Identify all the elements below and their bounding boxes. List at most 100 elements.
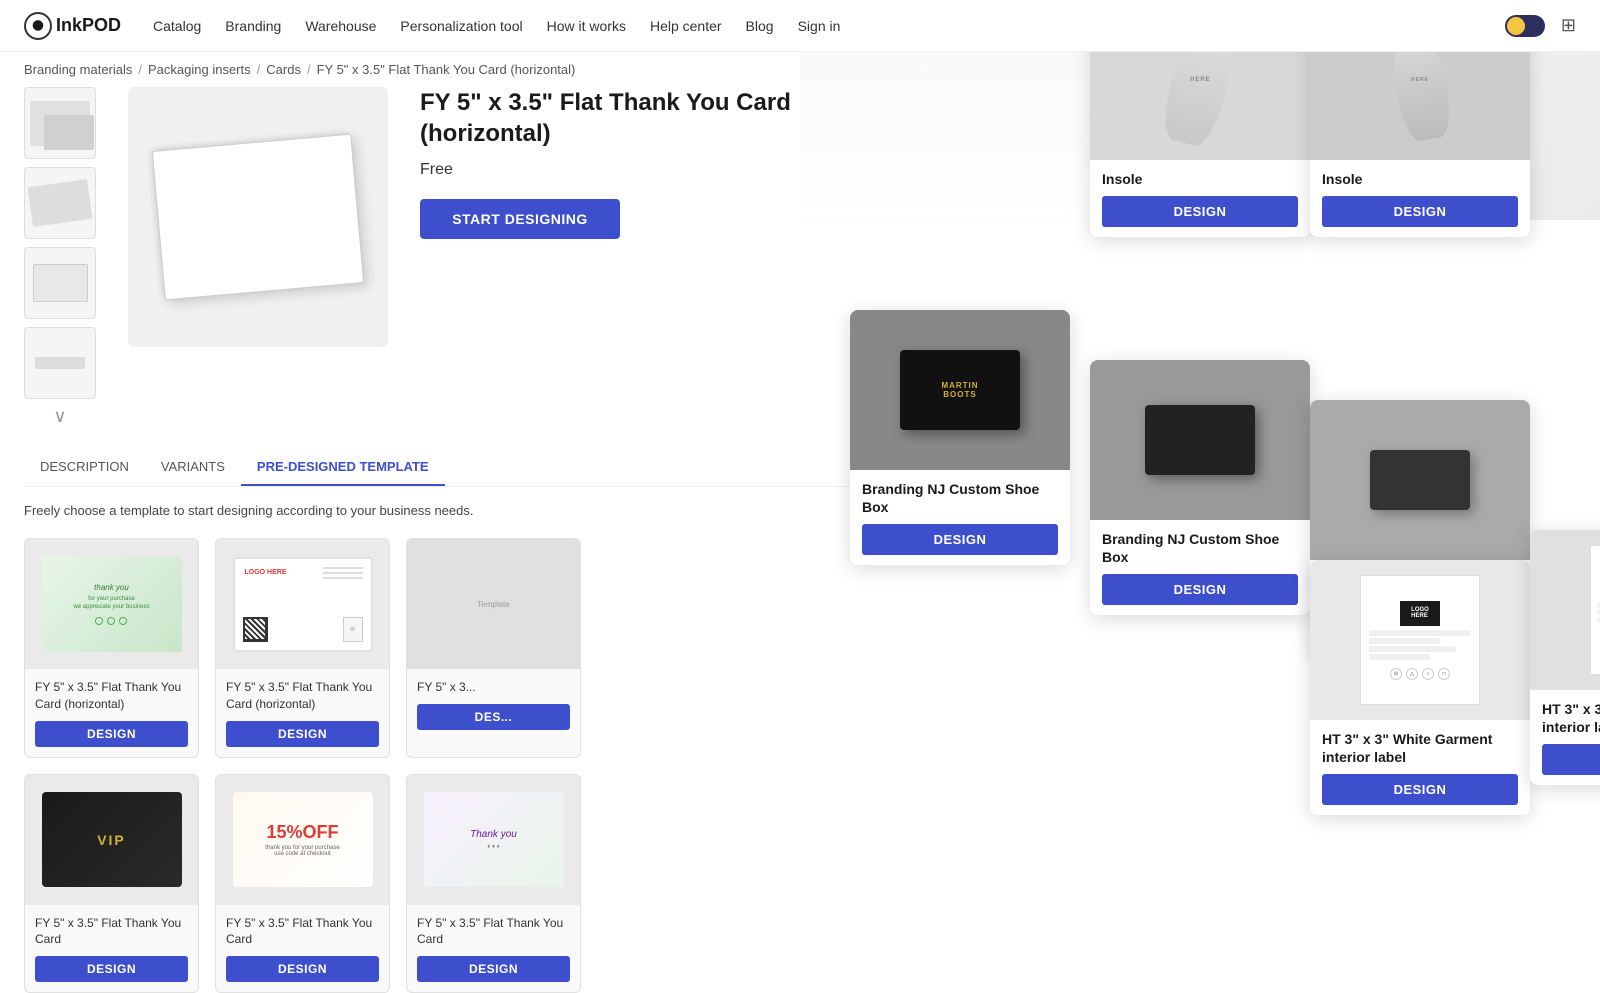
design-button-6[interactable]: DESIGN (417, 956, 570, 982)
nav-help-center[interactable]: Help center (650, 18, 722, 34)
shoebox-design-btn-2[interactable]: DESIGN (1102, 574, 1298, 605)
shoebox-title-2: Branding NJ Custom Shoe Box (1102, 530, 1298, 566)
design-button-5[interactable]: DESIGN (226, 956, 379, 982)
insole-title-2: Insole (1322, 170, 1518, 188)
tab-variants[interactable]: VARIANTS (145, 449, 241, 486)
breadcrumb-current: FY 5" x 3.5" Flat Thank You Card (horizo… (317, 62, 576, 77)
insole-body-2: Insole DESIGN (1310, 160, 1530, 237)
template-card-title-1: FY 5" x 3.5" Flat Thank You Card (horizo… (35, 679, 188, 713)
thumb-more-btn[interactable]: ∨ (24, 407, 96, 425)
nav-branding[interactable]: Branding (225, 18, 281, 34)
mini-card-sale: 15%OFF thank you for your purchaseuse co… (233, 792, 373, 887)
label-body-1: HT 3" x 3" White Garment interior label … (1310, 720, 1530, 815)
design-button-1[interactable]: DESIGN (35, 721, 188, 747)
thumb-img-3 (33, 264, 88, 302)
logo[interactable]: ⬤ InkPOD (24, 12, 121, 40)
overlay-shoebox-card-2: Branding NJ Custom Shoe Box DESIGN (1090, 360, 1310, 615)
thumb-4[interactable] (24, 327, 96, 399)
nav-catalog[interactable]: Catalog (153, 18, 201, 34)
overlay-label-card-2: LOGOHERE ✓ HT 3" x 3" White Garm (1530, 530, 1600, 785)
mini-card-postcard: LOGO HERE ✉ (233, 557, 373, 652)
template-card-title-2: FY 5" x 3.5" Flat Thank You Card (horizo… (226, 679, 379, 713)
label-title-1: HT 3" x 3" White Garment interior label (1322, 730, 1518, 766)
breadcrumb-cards[interactable]: Cards (266, 62, 301, 77)
label-design-btn-2[interactable]: DESIGN (1542, 744, 1600, 775)
template-card-img-3: Template (407, 539, 580, 669)
breadcrumb-packaging[interactable]: Packaging inserts (148, 62, 251, 77)
nav-personalization[interactable]: Personalization tool (400, 18, 522, 34)
template-card-title-6: FY 5" x 3.5" Flat Thank You Card (417, 915, 570, 949)
tab-description-text: Freely choose a template to start design… (0, 503, 900, 518)
label-title-2: HT 3" x 3" White Garment interior label (1542, 700, 1600, 736)
nav-blog[interactable]: Blog (746, 18, 774, 34)
design-button-4[interactable]: DESIGN (35, 956, 188, 982)
template-card-body-4: FY 5" x 3.5" Flat Thank You Card DESIGN (25, 905, 198, 993)
template-card-5: 15%OFF thank you for your purchaseuse co… (215, 774, 390, 993)
product-info: FY 5" x 3.5" Flat Thank You Card (horizo… (420, 87, 876, 425)
tab-predesigned[interactable]: PRE-DESIGNED TEMPLATE (241, 449, 445, 486)
label-design-btn-1[interactable]: DESIGN (1322, 774, 1518, 805)
label-img-1: LOGOHERE ⊙ △ ○ □ (1310, 560, 1530, 720)
product-section: ∨ FY 5" x 3.5" Flat Thank You Card (hori… (0, 87, 900, 449)
insole-design-btn-2[interactable]: DESIGN (1322, 196, 1518, 227)
logo-text: InkPOD (56, 15, 121, 36)
template-card-body-3: FY 5" x 3... DES... (407, 669, 580, 740)
shoebox-img-3 (1310, 400, 1530, 560)
toggle-knob (1507, 17, 1525, 35)
template-card-img-6: Thank you ♦ ♦ ♦ (407, 775, 580, 905)
thumb-img-2 (28, 179, 93, 227)
nav-how-it-works[interactable]: How it works (547, 18, 626, 34)
template-card-body-1: FY 5" x 3.5" Flat Thank You Card (horizo… (25, 669, 198, 757)
mini-card-green: thank you for your purchasewe appreciate… (42, 557, 182, 652)
template-card-body-6: FY 5" x 3.5" Flat Thank You Card DESIGN (407, 905, 580, 993)
template-card-body-5: FY 5" x 3.5" Flat Thank You Card DESIGN (216, 905, 389, 993)
label-visual-1: LOGOHERE ⊙ △ ○ □ (1360, 575, 1480, 705)
tab-description[interactable]: DESCRIPTION (24, 449, 145, 486)
template-card-title-4: FY 5" x 3.5" Flat Thank You Card (35, 915, 188, 949)
thumb-img-1 (30, 101, 90, 146)
thumb-2[interactable] (24, 167, 96, 239)
dark-mode-toggle[interactable] (1505, 15, 1545, 37)
shoebox-img-1: MARTINBOOTS (850, 310, 1070, 470)
language-icon[interactable]: ⊞ (1561, 15, 1576, 36)
product-price: Free (420, 161, 876, 179)
design-button-2[interactable]: DESIGN (226, 721, 379, 747)
template-card-3: Template FY 5" x 3... DES... (406, 538, 581, 758)
nav-actions: ⊞ (1505, 15, 1576, 37)
label-body-2: HT 3" x 3" White Garment interior label … (1530, 690, 1600, 785)
product-main-image (128, 87, 388, 425)
shoebox-body-2: Branding NJ Custom Shoe Box DESIGN (1090, 520, 1310, 615)
overlay-label-card-1: LOGOHERE ⊙ △ ○ □ HT 3" x 3" White Garmen… (1310, 560, 1530, 815)
template-card-4: VIP FY 5" x 3.5" Flat Thank You Card DES… (24, 774, 199, 993)
shoebox-img-2 (1090, 360, 1310, 520)
nav-signin[interactable]: Sign in (798, 18, 841, 34)
nav-warehouse[interactable]: Warehouse (305, 18, 376, 34)
mini-card-gold: VIP (42, 792, 182, 887)
thumb-1[interactable] (24, 87, 96, 159)
navbar: ⬤ InkPOD Catalog Branding Warehouse Pers… (0, 0, 1600, 52)
card-mockup (152, 134, 364, 301)
template-card-6: Thank you ♦ ♦ ♦ FY 5" x 3.5" Flat Thank … (406, 774, 581, 993)
template-card-img-1: thank you for your purchasewe appreciate… (25, 539, 198, 669)
nav-links: Catalog Branding Warehouse Personalizati… (153, 18, 1505, 34)
template-card-2: LOGO HERE ✉ FY 5" x 3.5" Flat Thank You … (215, 538, 390, 758)
template-card-title-5: FY 5" x 3.5" Flat Thank You Card (226, 915, 379, 949)
design-button-3[interactable]: DES... (417, 704, 570, 730)
breadcrumb-branding[interactable]: Branding materials (24, 62, 132, 77)
shoebox-design-btn-1[interactable]: DESIGN (862, 524, 1058, 555)
template-card-body-2: FY 5" x 3.5" Flat Thank You Card (horizo… (216, 669, 389, 757)
shoebox-body-1: Branding NJ Custom Shoe Box DESIGN (850, 470, 1070, 565)
shoebox-title-1: Branding NJ Custom Shoe Box (862, 480, 1058, 516)
tabs-section: DESCRIPTION VARIANTS PRE-DESIGNED TEMPLA… (0, 449, 900, 487)
mini-card-floral: Thank you ♦ ♦ ♦ (424, 792, 564, 887)
template-card-img-2: LOGO HERE ✉ (216, 539, 389, 669)
product-title: FY 5" x 3.5" Flat Thank You Card (horizo… (420, 87, 876, 149)
logo-icon: ⬤ (24, 12, 52, 40)
template-card-title-3: FY 5" x 3... (417, 679, 570, 696)
thumb-3[interactable] (24, 247, 96, 319)
insole-design-btn-1[interactable]: DESIGN (1102, 196, 1298, 227)
product-tabs: DESCRIPTION VARIANTS PRE-DESIGNED TEMPLA… (24, 449, 876, 487)
thumbnail-list: ∨ (24, 87, 96, 425)
label-img-2: LOGOHERE ✓ (1530, 530, 1600, 690)
start-designing-button[interactable]: START DESIGNING (420, 199, 620, 239)
